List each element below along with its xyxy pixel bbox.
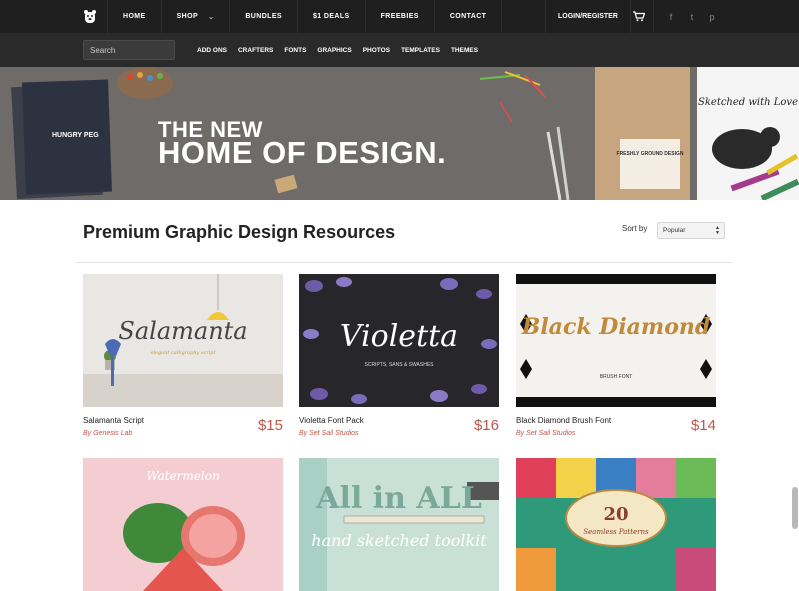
toolkit-thumb-title: All in ALL bbox=[315, 481, 482, 516]
login-register-label: LOGIN/REGISTER bbox=[558, 13, 618, 20]
twitter-glyph: t bbox=[690, 11, 694, 22]
hero-illustration: HUNGRY PEG FRESHLY GROUND DESIGN Sketche… bbox=[0, 67, 799, 200]
product-author[interactable]: By Genesis Lab bbox=[83, 430, 132, 437]
section-divider bbox=[76, 262, 732, 263]
salamanta-thumb-sub: elegant calligraphy script bbox=[150, 350, 216, 356]
nav-shop-label: SHOP bbox=[176, 13, 199, 20]
select-arrows-icon: ▲ ▼ bbox=[715, 225, 720, 236]
facebook-glyph: f bbox=[669, 11, 673, 22]
watermelon-thumb-title: Watermelon bbox=[146, 469, 219, 483]
cart-button[interactable] bbox=[624, 0, 654, 33]
nav-dollar-deals-label: $1 DEALS bbox=[312, 13, 350, 20]
category-themes[interactable]: THEMES bbox=[451, 47, 478, 54]
nav-freebies-label: FREEBIES bbox=[380, 13, 419, 20]
product-name[interactable]: Black Diamond Brush Font bbox=[516, 416, 611, 425]
sort-value: Popular bbox=[663, 227, 686, 234]
scrollbar-thumb[interactable] bbox=[792, 487, 798, 529]
nav-home[interactable]: HOME bbox=[108, 0, 162, 33]
pinterest-icon[interactable]: p bbox=[703, 0, 721, 33]
black-diamond-thumb-title: Black Diamond bbox=[521, 314, 711, 340]
hero-banner[interactable]: HUNGRY PEG FRESHLY GROUND DESIGN Sketche… bbox=[0, 67, 799, 200]
cart-icon bbox=[632, 11, 645, 22]
product-name[interactable]: Salamanta Script bbox=[83, 416, 144, 425]
product-card[interactable]: Black Diamond BRUSH FONT Black Diamond B… bbox=[516, 274, 716, 444]
product-thumbnail[interactable]: 20 Seamless Patterns bbox=[516, 458, 716, 591]
search-input[interactable] bbox=[83, 40, 175, 60]
notebook-label: HUNGRY PEG bbox=[52, 132, 99, 139]
product-card[interactable]: Violetta SCRIPTS, SANS & SWASHES Violett… bbox=[299, 274, 499, 444]
nav-bundles[interactable]: BUNDLES bbox=[230, 0, 298, 33]
violetta-thumb-sub: SCRIPTS, SANS & SWASHES bbox=[365, 362, 435, 368]
product-price: $14 bbox=[690, 417, 716, 434]
product-thumbnail[interactable]: Salamanta elegant calligraphy script bbox=[83, 274, 283, 407]
product-card[interactable]: Salamanta elegant calligraphy script Sal… bbox=[83, 274, 283, 444]
product-price: $15 bbox=[257, 417, 283, 434]
nav-bundles-label: BUNDLES bbox=[245, 13, 282, 20]
nav-shop[interactable]: SHOP ⌄ bbox=[162, 0, 231, 33]
product-card[interactable]: 20 Seamless Patterns bbox=[516, 458, 716, 591]
sort-dropdown[interactable]: Popular ▲ ▼ bbox=[657, 222, 725, 239]
nav-contact-label: CONTACT bbox=[449, 13, 487, 20]
category-add-ons[interactable]: ADD ONS bbox=[197, 47, 227, 54]
top-navigation-bar: HOME SHOP ⌄ BUNDLES $1 DEALS FREEBIES CON… bbox=[0, 0, 799, 33]
pinterest-glyph: p bbox=[709, 11, 715, 22]
toolkit-artwork: All in ALL hand sketched toolkit bbox=[299, 458, 499, 591]
violetta-artwork: Violetta SCRIPTS, SANS & SWASHES bbox=[299, 274, 499, 407]
product-thumbnail[interactable]: Black Diamond BRUSH FONT bbox=[516, 274, 716, 407]
nav-home-label: HOME bbox=[123, 13, 146, 20]
category-crafters[interactable]: CRAFTERS bbox=[238, 47, 273, 54]
product-price: $16 bbox=[473, 417, 499, 434]
nav-dollar-deals[interactable]: $1 DEALS bbox=[298, 0, 366, 33]
product-thumbnail[interactable]: Violetta SCRIPTS, SANS & SWASHES bbox=[299, 274, 499, 407]
category-fonts[interactable]: FONTS bbox=[284, 47, 306, 54]
nav-freebies[interactable]: FREEBIES bbox=[366, 0, 435, 33]
product-thumbnail[interactable]: All in ALL hand sketched toolkit bbox=[299, 458, 499, 591]
category-bar: ADD ONS CRAFTERS FONTS GRAPHICS PHOTOS T… bbox=[0, 33, 799, 67]
product-author[interactable]: By Set Sail Studios bbox=[299, 430, 359, 437]
login-register-link[interactable]: LOGIN/REGISTER bbox=[545, 0, 631, 33]
toolkit-thumb-sub: hand sketched toolkit bbox=[311, 531, 487, 550]
bear-logo-icon bbox=[83, 9, 96, 23]
patterns-thumb-title: 20 bbox=[603, 504, 628, 525]
category-nav: ADD ONS CRAFTERS FONTS GRAPHICS PHOTOS T… bbox=[197, 33, 489, 67]
watermelon-artwork: Watermelon bbox=[83, 458, 283, 591]
category-photos[interactable]: PHOTOS bbox=[363, 47, 390, 54]
salamanta-artwork: Salamanta elegant calligraphy script bbox=[83, 274, 283, 407]
violetta-thumb-title: Violetta bbox=[340, 319, 458, 354]
page-title: Premium Graphic Design Resources bbox=[83, 222, 396, 242]
facebook-icon[interactable]: f bbox=[662, 0, 680, 33]
category-templates[interactable]: TEMPLATES bbox=[401, 47, 440, 54]
bag-label: FRESHLY GROUND DESIGN bbox=[617, 151, 684, 157]
product-card[interactable]: Watermelon bbox=[83, 458, 283, 591]
twitter-icon[interactable]: t bbox=[683, 0, 701, 33]
hero-title-line2: HOME OF DESIGN. bbox=[158, 135, 447, 170]
site-logo[interactable] bbox=[72, 0, 108, 33]
sketch-text: Sketched with Love bbox=[698, 97, 798, 108]
category-graphics[interactable]: GRAPHICS bbox=[317, 47, 351, 54]
sort-label: Sort by bbox=[622, 224, 648, 233]
product-name[interactable]: Violetta Font Pack bbox=[299, 416, 364, 425]
product-thumbnail[interactable]: Watermelon bbox=[83, 458, 283, 591]
patterns-artwork: 20 Seamless Patterns bbox=[516, 458, 716, 591]
chevron-down-icon: ⌄ bbox=[208, 13, 215, 21]
nav-contact[interactable]: CONTACT bbox=[435, 0, 503, 33]
product-author[interactable]: By Set Sail Studios bbox=[516, 430, 576, 437]
patterns-thumb-sub: Seamless Patterns bbox=[583, 528, 649, 536]
black-diamond-thumb-sub: BRUSH FONT bbox=[600, 374, 633, 380]
salamanta-thumb-title: Salamanta bbox=[118, 317, 247, 345]
black-diamond-artwork: Black Diamond BRUSH FONT bbox=[516, 274, 716, 407]
product-card[interactable]: All in ALL hand sketched toolkit bbox=[299, 458, 499, 591]
